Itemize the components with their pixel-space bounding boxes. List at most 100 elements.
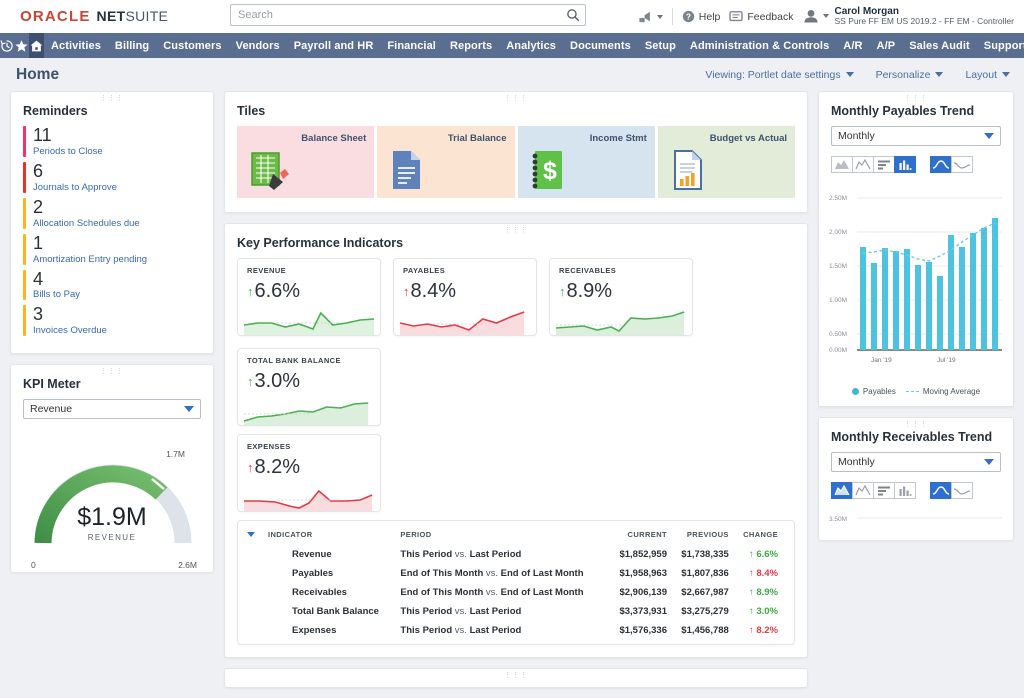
list-item[interactable]: 2 Allocation Schedules due bbox=[23, 197, 201, 229]
recent-records-button[interactable] bbox=[0, 33, 14, 58]
shortcuts-button[interactable] bbox=[14, 33, 29, 58]
receivables-period-select[interactable]: Monthly bbox=[831, 452, 1001, 472]
nav-item-vendors[interactable]: Vendors bbox=[229, 33, 287, 58]
chart-type-vbar-button[interactable] bbox=[894, 482, 916, 499]
list-item[interactable]: 1 Amortization Entry pending bbox=[23, 233, 201, 265]
kpi-card-revenue[interactable]: REVENUE ↑ 6.6% bbox=[237, 258, 381, 336]
portlet-drag-handle[interactable]: ⋮⋮⋮ bbox=[819, 95, 1013, 102]
reminder-label[interactable]: Periods to Close bbox=[33, 146, 103, 157]
nav-item-documents[interactable]: Documents bbox=[563, 33, 638, 58]
chart-type-area-button[interactable] bbox=[831, 482, 853, 499]
nav-item-customers[interactable]: Customers bbox=[156, 33, 228, 58]
nav-item-administration-controls[interactable]: Administration & Controls bbox=[683, 33, 836, 58]
portlet-drag-handle[interactable]: ⋮⋮⋮ bbox=[11, 95, 213, 102]
list-item[interactable]: 11 Periods to Close bbox=[23, 126, 201, 157]
period-b[interactable]: Last Period bbox=[470, 606, 522, 617]
period-a[interactable]: This Period bbox=[400, 625, 452, 636]
nav-item-ar[interactable]: A/R bbox=[836, 33, 869, 58]
chart-type-vbar-button[interactable] bbox=[894, 156, 916, 173]
cell-previous[interactable]: $2,667,987 bbox=[671, 583, 733, 602]
cell-previous[interactable]: $1,738,335 bbox=[671, 545, 733, 564]
personalize-dropdown[interactable]: Personalize bbox=[876, 69, 944, 81]
portlet-drag-handle[interactable]: ⋮⋮⋮ bbox=[225, 227, 807, 234]
cell-previous[interactable]: $1,456,788 bbox=[671, 621, 733, 640]
receivables-area-chart: 3.50M bbox=[829, 516, 1002, 523]
nav-item-analytics[interactable]: Analytics bbox=[499, 33, 563, 58]
table-row[interactable]: Total Bank Balance This Period vs. Last … bbox=[238, 602, 794, 621]
cell-previous[interactable]: $3,275,279 bbox=[671, 602, 733, 621]
dashboard-column-left: ⋮⋮⋮ Reminders 11 Periods to Close 6 Jour… bbox=[10, 91, 214, 583]
nav-item-ap[interactable]: A/P bbox=[870, 33, 903, 58]
chart-type-area-button[interactable] bbox=[831, 156, 853, 173]
kpi-card-payables[interactable]: PAYABLES ↑ 8.4% bbox=[393, 258, 537, 336]
nav-item-sales-audit[interactable]: Sales Audit bbox=[902, 33, 977, 58]
kpi-card-expenses[interactable]: EXPENSES ↑ 8.2% bbox=[237, 434, 381, 512]
period-b[interactable]: End of Last Month bbox=[501, 568, 584, 579]
home-button[interactable] bbox=[29, 33, 44, 58]
reminder-count: 6 bbox=[33, 160, 44, 181]
table-row[interactable]: Expenses This Period vs. Last Period $1,… bbox=[238, 621, 794, 640]
kpi-meter-select[interactable]: Revenue bbox=[23, 399, 201, 420]
kpi-card-total-bank-balance[interactable]: TOTAL BANK BALANCE ↑ 3.0% bbox=[237, 348, 381, 426]
tile-trial-balance[interactable]: Trial Balance bbox=[377, 126, 515, 198]
reminder-label[interactable]: Allocation Schedules due bbox=[33, 218, 140, 229]
cell-current[interactable]: $2,906,139 bbox=[609, 583, 671, 602]
reminder-label[interactable]: Journals to Approve bbox=[33, 182, 117, 193]
period-a[interactable]: End of This Month bbox=[400, 568, 483, 579]
list-item[interactable]: 4 Bills to Pay bbox=[23, 269, 201, 301]
cell-current[interactable]: $3,373,931 bbox=[609, 602, 671, 621]
chart-type-line-button[interactable] bbox=[852, 156, 874, 173]
nav-item-reports[interactable]: Reports bbox=[443, 33, 499, 58]
layout-dropdown[interactable]: Layout bbox=[965, 69, 1010, 81]
help-button[interactable]: ? Help bbox=[682, 10, 720, 23]
cell-current[interactable]: $1,576,336 bbox=[609, 621, 671, 640]
chart-type-line-button[interactable] bbox=[852, 482, 874, 499]
list-item[interactable]: 3 Invoices Overdue bbox=[23, 305, 201, 337]
portlet-drag-handle[interactable]: ⋮⋮⋮ bbox=[819, 421, 1013, 428]
period-b[interactable]: End of Last Month bbox=[501, 587, 584, 598]
reminder-label[interactable]: Amortization Entry pending bbox=[33, 254, 147, 265]
chart-type-hbar-button[interactable] bbox=[873, 156, 895, 173]
nav-item-payroll-hr[interactable]: Payroll and HR bbox=[287, 33, 381, 58]
table-row[interactable]: Revenue This Period vs. Last Period $1,8… bbox=[238, 545, 794, 564]
curve-flat-button[interactable] bbox=[951, 156, 973, 173]
reminder-label[interactable]: Bills to Pay bbox=[33, 289, 80, 300]
chart-type-hbar-button[interactable] bbox=[873, 482, 895, 499]
cell-current[interactable]: $1,852,959 bbox=[609, 545, 671, 564]
payables-period-select[interactable]: Monthly bbox=[831, 126, 1001, 146]
list-item[interactable]: 6 Journals to Approve bbox=[23, 160, 201, 193]
feedback-button[interactable]: Feedback bbox=[729, 11, 794, 23]
nav-item-activities[interactable]: Activities bbox=[44, 33, 108, 58]
sort-toggle[interactable] bbox=[238, 527, 264, 545]
tile-income-stmt[interactable]: Income Stmt $ bbox=[517, 126, 655, 198]
curve-smooth-button[interactable] bbox=[930, 156, 952, 173]
portlet-drag-handle[interactable]: ⋮⋮⋮ bbox=[225, 95, 807, 102]
search-input[interactable] bbox=[230, 4, 586, 26]
nav-item-financial[interactable]: Financial bbox=[380, 33, 443, 58]
period-b[interactable]: Last Period bbox=[470, 625, 522, 636]
kpi-card-receivables[interactable]: RECEIVABLES ↑ 8.9% bbox=[549, 258, 693, 336]
curve-flat-button[interactable] bbox=[951, 482, 973, 499]
viewing-date-settings-dropdown[interactable]: Viewing: Portlet date settings bbox=[705, 69, 854, 81]
table-row[interactable]: Receivables End of This Month vs. End of… bbox=[238, 583, 794, 602]
tile-budget-vs-actual[interactable]: Budget vs Actual bbox=[657, 126, 795, 198]
cell-previous[interactable]: $1,807,836 bbox=[671, 564, 733, 583]
period-a[interactable]: This Period bbox=[400, 549, 452, 560]
nav-item-support[interactable]: Support bbox=[977, 33, 1024, 58]
cell-current[interactable]: $1,958,963 bbox=[609, 564, 671, 583]
oracle-netsuite-logo[interactable]: ORACLE NETSUITE bbox=[20, 8, 168, 26]
portlet-drag-handle[interactable]: ⋮⋮⋮ bbox=[11, 368, 213, 375]
period-a[interactable]: This Period bbox=[400, 606, 452, 617]
reminder-label[interactable]: Invoices Overdue bbox=[33, 325, 107, 336]
nav-item-billing[interactable]: Billing bbox=[108, 33, 156, 58]
quick-add-menu[interactable] bbox=[638, 10, 663, 24]
table-row[interactable]: Payables End of This Month vs. End of La… bbox=[238, 564, 794, 583]
user-menu[interactable]: Carol Morgan SS Pure FF EM US 2019.2 - F… bbox=[803, 6, 1014, 27]
period-a[interactable]: End of This Month bbox=[400, 587, 483, 598]
nav-item-setup[interactable]: Setup bbox=[638, 33, 683, 58]
tile-balance-sheet[interactable]: Balance Sheet bbox=[237, 126, 375, 198]
portlet-drag-handle[interactable]: ⋮⋮⋮ bbox=[225, 672, 807, 679]
period-b[interactable]: Last Period bbox=[470, 549, 522, 560]
curve-smooth-button[interactable] bbox=[930, 482, 952, 499]
search-icon[interactable] bbox=[566, 8, 580, 22]
